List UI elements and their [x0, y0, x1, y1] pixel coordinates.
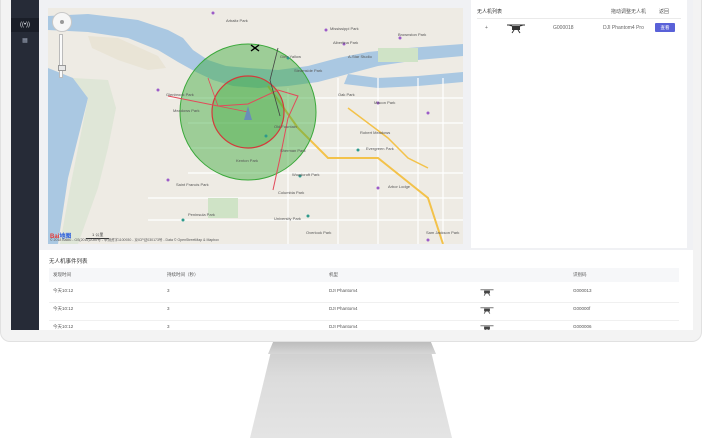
sidebar-item-drone[interactable]: ((•)) — [11, 18, 39, 32]
drag-hint[interactable]: 拖动调整无人机 — [611, 8, 646, 15]
map-poi: Kenton Park — [236, 158, 259, 163]
zoom-slider-handle[interactable] — [58, 65, 66, 71]
event-id: G000006 — [573, 324, 592, 329]
map-poi: Glenbrook Park — [166, 92, 194, 97]
expand-toggle[interactable]: + — [485, 25, 488, 31]
map-poi: Saint Francis Park — [176, 182, 209, 187]
grid-icon: ▦ — [22, 38, 28, 44]
column-header[interactable]: 机型 — [329, 272, 338, 278]
map-poi: Arbor Lodge — [388, 184, 411, 189]
map-poi: Brownston Park — [398, 32, 427, 37]
event-table-header: 发现时间 持续时间（秒） 机型 识别码 — [49, 268, 679, 282]
map-poi: Sam Jackson Park — [426, 230, 460, 235]
drone-icon: ((•)) — [19, 22, 31, 28]
screen: ((•)) ▦ Arbaitz Park Mississippi Park Br… — [11, 0, 693, 330]
event-list-section: 无人机事件列表 发现时间 持续时间（秒） 机型 识别码 今天10:12 3 DJ… — [39, 250, 693, 330]
table-row[interactable]: 今天10:12 3 DJI Phantom4 G000006 — [49, 320, 679, 330]
drone-icon — [480, 325, 494, 330]
event-model: DJI Phantom4 — [329, 306, 358, 311]
drone-row[interactable]: + G000018 DJI Phantom4 Pro 查看 — [477, 20, 681, 36]
map-poi: Old Fountain — [274, 124, 297, 129]
event-time: 今天10:12 — [53, 306, 74, 311]
column-header[interactable]: 发现时间 — [53, 272, 71, 278]
map-zoom-slider[interactable] — [58, 34, 66, 78]
drone-serial: G000018 — [553, 25, 574, 31]
sidebar-item-grid[interactable]: ▦ — [11, 34, 39, 48]
map-copyright: © 2018 Baidu - GS(2016)2089号 - 甲测资字11009… — [50, 238, 219, 242]
drone-model: DJI Phantom4 Pro — [603, 25, 644, 31]
map-poi: Oak Park — [338, 92, 355, 97]
event-model: DJI Phantom4 — [329, 288, 358, 293]
map-poi: Evergreen Park — [366, 146, 394, 151]
map-canvas — [48, 11, 463, 244]
table-row[interactable]: 今天10:12 3 DJI Phantom4 G00000f — [49, 302, 679, 321]
map-poi: Mississippi Park — [330, 26, 359, 31]
map-poi: Macon Park — [374, 100, 396, 105]
column-header[interactable]: 持续时间（秒） — [167, 272, 199, 278]
event-model: DJI Phantom4 — [329, 324, 358, 329]
map-poi: Arbaitz Park — [226, 18, 248, 23]
map-poi: Steamside Park — [294, 68, 323, 73]
event-list-title: 无人机事件列表 — [49, 259, 88, 265]
main-content: Arbaitz Park Mississippi Park Brownston … — [39, 0, 693, 330]
back-link[interactable]: 返回 — [659, 8, 669, 15]
map-poi: Peninsula Park — [188, 212, 215, 217]
event-duration: 3 — [167, 288, 170, 293]
map-pan-control[interactable] — [52, 12, 72, 32]
event-time: 今天10:12 — [53, 324, 74, 329]
map-poi: Robert Meadows — [360, 130, 391, 135]
event-duration: 3 — [167, 324, 170, 329]
drone-list-title: 无人机列表 — [477, 9, 503, 15]
table-row[interactable]: 今天10:12 3 DJI Phantom4 G000013 — [49, 284, 679, 303]
drone-icon — [480, 289, 494, 296]
column-header[interactable]: 识别码 — [573, 272, 587, 278]
map-poi: Sherman Park — [280, 148, 306, 153]
map-poi: Overlook Park — [306, 230, 332, 235]
map-view[interactable]: Arbaitz Park Mississippi Park Brownston … — [48, 8, 463, 244]
map-poi: Columbia Park — [278, 190, 305, 195]
drone-icon — [480, 307, 494, 314]
map-poi: Albertina Park — [333, 40, 359, 45]
monitor-bezel: ((•)) ▦ Arbaitz Park Mississippi Park Br… — [0, 0, 702, 342]
event-id: G000013 — [573, 288, 592, 293]
event-id: G00000f — [573, 306, 591, 311]
drone-icon — [507, 24, 525, 34]
event-time: 今天10:12 — [53, 288, 74, 293]
drone-list-panel: 无人机列表 拖动调整无人机 返回 + G000018 DJI Phantom4 … — [471, 0, 687, 248]
event-duration: 3 — [167, 306, 170, 311]
map-poi: Meadows Park — [173, 108, 200, 113]
view-drone-button[interactable]: 查看 — [655, 23, 675, 32]
map-poi: Woodcroft Park — [292, 172, 320, 177]
map-poi: A-Star Studio — [348, 54, 372, 59]
map-poi: University Park — [274, 216, 301, 221]
sidebar: ((•)) ▦ — [11, 0, 39, 330]
map-poi: Glen Yallow — [280, 54, 301, 59]
divider — [477, 18, 681, 19]
